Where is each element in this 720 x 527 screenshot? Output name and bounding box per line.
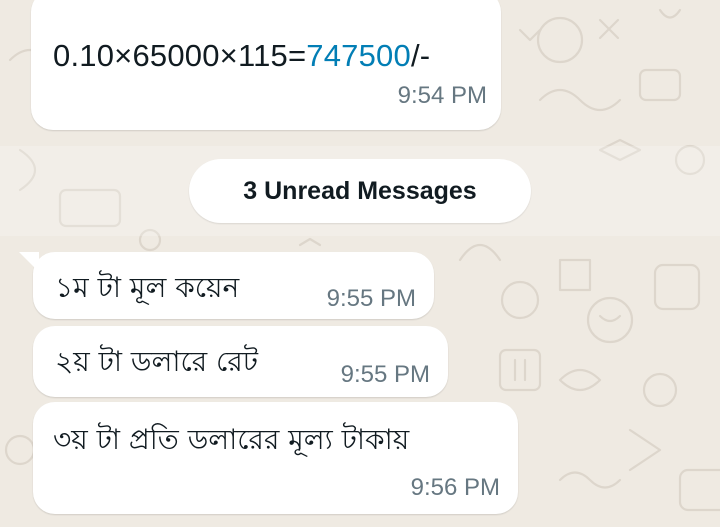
unread-messages-label: 3 Unread Messages <box>243 176 477 205</box>
message-timestamp: 9:55 PM <box>340 361 430 388</box>
bubble-tail <box>19 252 39 272</box>
message-text: 0.10×65000×115=747500/- <box>53 38 431 73</box>
message-text: ৩য় টা প্রতি ডলারের মূল্য টাকায় <box>53 423 410 456</box>
message-bubble[interactable]: ১ম টা মূল কয়েন 9:55 PM <box>19 252 434 319</box>
message-bubble[interactable]: ৩য় টা প্রতি ডলারের মূল্য টাকায় 9:56 PM <box>33 402 518 514</box>
message-text: ১ম টা মূল কয়েন <box>55 271 240 304</box>
message-timestamp: 9:56 PM <box>410 474 500 501</box>
message-bubble[interactable]: ২য় টা ডলারে রেট 9:55 PM <box>33 326 448 397</box>
message-timestamp: 9:55 PM <box>326 285 416 312</box>
message-timestamp: 9:54 PM <box>397 82 487 109</box>
message-bubble[interactable]: 0.10×65000×115=747500/- 9:54 PM <box>31 0 501 130</box>
phone-number-link[interactable]: 747500 <box>306 38 411 73</box>
unread-messages-banner: 3 Unread Messages <box>189 159 531 223</box>
message-text: ২য় টা ডলারে রেট <box>55 345 259 378</box>
